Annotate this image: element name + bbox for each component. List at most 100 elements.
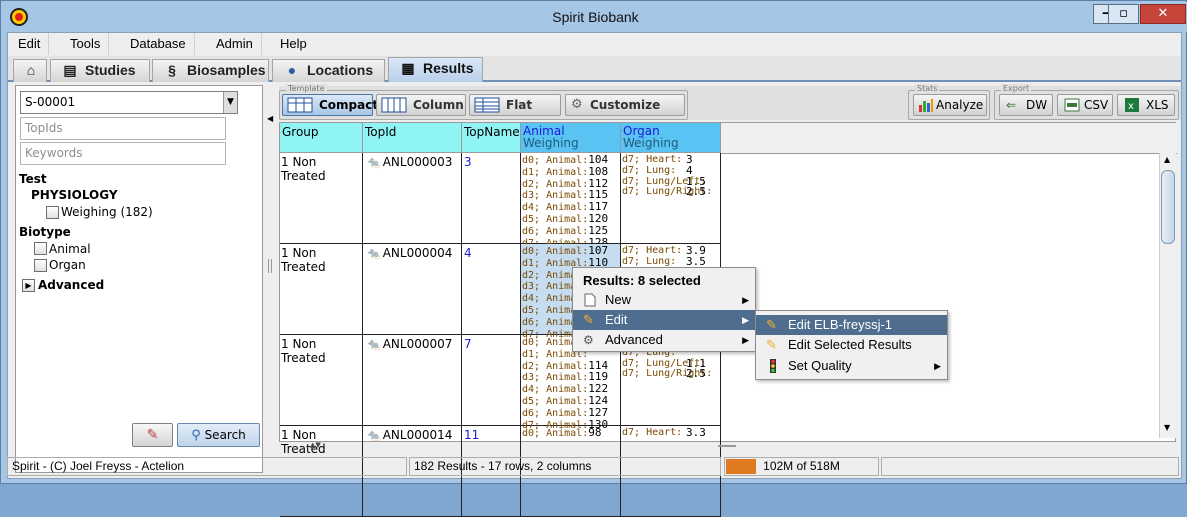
tab-home[interactable]: ⌂: [13, 59, 47, 82]
result-key: d4; Animal:: [522, 384, 589, 396]
header-topname[interactable]: TopName: [462, 123, 521, 153]
cell-animal-weighing[interactable]: d0; Animal:104 d1; Animal:108 d2; Animal:1…: [521, 153, 621, 248]
menu-item-edit[interactable]: ✎ Edit ▶: [573, 310, 755, 330]
cell-group[interactable]: 1 Non Treated: [280, 335, 363, 426]
cell-organ-weighing[interactable]: d7; Heart: 3 d7; Lung: 4 d7; Lung/Left: 1.5 d7…: [621, 153, 721, 244]
menu-tools[interactable]: Tools: [62, 33, 110, 55]
result-key: d7; Heart:: [622, 245, 683, 256]
pencil-icon: ✎: [766, 337, 777, 352]
result-value: 3.3: [686, 426, 706, 439]
menu-item-edit-elb[interactable]: ✎ Edit ELB-freyssj-1: [756, 315, 947, 335]
export-title: Export: [1001, 84, 1032, 93]
csv-button[interactable]: CSV: [1057, 94, 1113, 116]
column-button[interactable]: Column: [376, 94, 466, 116]
menu-item-advanced[interactable]: ⚙ Advanced ▶: [573, 330, 755, 350]
window-title: Spirit Biobank: [552, 9, 639, 25]
submenu-arrow-icon: ▶: [742, 315, 749, 325]
weighing-checkbox[interactable]: [46, 206, 59, 219]
menu-database[interactable]: Database: [122, 33, 195, 55]
topname-label: 3: [464, 155, 472, 169]
eraser-icon: ✎: [146, 427, 159, 443]
memory-label: 102M of 518M: [763, 459, 840, 473]
tab-results[interactable]: ▦ Results: [388, 57, 483, 82]
submenu-arrow-icon: ▶: [742, 295, 749, 305]
close-button[interactable]: ✕: [1140, 4, 1186, 24]
compact-button[interactable]: Compact: [282, 94, 378, 116]
topname-label: 7: [464, 337, 472, 351]
csv-label: CSV: [1084, 98, 1109, 112]
result-key: d5; Animal:: [522, 213, 589, 225]
header-group[interactable]: Group: [280, 123, 363, 153]
clear-button[interactable]: ✎: [132, 423, 173, 447]
topids-field[interactable]: TopIds: [20, 117, 226, 140]
menu-item-edit-selected[interactable]: ✎ Edit Selected Results: [756, 335, 947, 355]
animal-checkbox[interactable]: [34, 242, 47, 255]
menu-item-new[interactable]: New ▶: [573, 290, 755, 310]
organ-label: Organ: [49, 258, 86, 272]
menu-help[interactable]: Help: [272, 33, 315, 55]
flat-table-icon: [474, 97, 500, 113]
scroll-up-icon[interactable]: ▲: [1164, 155, 1170, 164]
weighing-label: Weighing (182): [61, 205, 153, 219]
scroll-down-icon[interactable]: ▼: [1164, 423, 1170, 432]
status-results: 182 Results - 17 rows, 2 columns: [409, 457, 721, 476]
xls-button[interactable]: x XLS: [1117, 94, 1175, 116]
expand-advanced-icon[interactable]: ▶: [22, 279, 35, 292]
chevron-down-icon[interactable]: ▼: [223, 92, 237, 113]
dw-button[interactable]: ⇐ DW: [999, 94, 1053, 116]
xls-label: XLS: [1146, 98, 1169, 112]
cell-topid[interactable]: 🐀 ANL000007: [363, 335, 462, 426]
header-organ-test: Weighing: [623, 136, 679, 150]
collapse-arrow-icon[interactable]: ◀: [267, 114, 273, 124]
customize-button[interactable]: ⚙ Customize: [565, 94, 685, 116]
header-animal-weighing[interactable]: Animal Weighing: [521, 123, 621, 153]
flat-label: Flat: [506, 98, 533, 112]
tab-locations[interactable]: ● Locations: [272, 59, 385, 82]
topid-label: ANL000007: [382, 337, 453, 351]
header-topid[interactable]: TopId: [363, 123, 462, 153]
result-key: d3; Animal:: [522, 190, 589, 202]
keywords-placeholder: Keywords: [25, 146, 83, 160]
cell-group[interactable]: 1 Non Treated: [280, 153, 363, 244]
result-key: d7; Heart:: [622, 154, 683, 165]
vertical-scrollbar[interactable]: ▲ ▼: [1159, 153, 1176, 438]
header-organ-weighing[interactable]: Organ Weighing: [621, 123, 721, 153]
maximize-button[interactable]: ▫: [1108, 4, 1139, 24]
keywords-field[interactable]: Keywords: [20, 142, 226, 165]
animal-icon: 🐀: [367, 156, 381, 169]
cell-topname[interactable]: 7: [462, 335, 521, 426]
horizontal-splitter[interactable]: [718, 445, 736, 447]
analyze-label: Analyze: [936, 98, 984, 112]
flat-button[interactable]: Flat: [469, 94, 561, 116]
cell-group[interactable]: 1 Non Treated: [280, 244, 363, 335]
menu-admin[interactable]: Admin: [208, 33, 262, 55]
tab-biosamples[interactable]: § Biosamples: [152, 59, 269, 82]
globe-icon: ●: [287, 62, 297, 78]
result-key: d6; Animal:: [522, 225, 589, 237]
search-label: Search: [204, 428, 246, 442]
cell-topname[interactable]: 4: [462, 244, 521, 335]
status-progress: [881, 457, 1179, 476]
scroll-thumb[interactable]: [1161, 170, 1175, 244]
result-line: d7; Lung/Right: 2.5: [622, 185, 719, 199]
search-button[interactable]: ⚲ Search: [177, 423, 260, 447]
topid-label: ANL000003: [382, 155, 453, 169]
analyze-button[interactable]: Analyze: [913, 94, 987, 116]
menu-item-set-quality[interactable]: Set Quality ▶: [756, 356, 947, 376]
animal-icon: 🐀: [367, 429, 381, 442]
biotype-heading: Biotype: [19, 225, 71, 239]
tab-studies[interactable]: ▤ Studies: [50, 59, 150, 82]
cell-topid[interactable]: 🐀 ANL000004: [363, 244, 462, 335]
result-value: 2.5: [686, 185, 706, 199]
organ-checkbox[interactable]: [34, 259, 47, 272]
context-menu: Results: 8 selected New ▶ ✎ Edit ▶ ⚙ Adv…: [572, 267, 756, 352]
splitter-handle[interactable]: [268, 259, 272, 273]
column-label: Column: [413, 98, 464, 112]
table-icon: ▦: [401, 60, 415, 76]
resize-arrows-icon[interactable]: ▲▼: [310, 441, 321, 449]
menu-edit[interactable]: Edit: [10, 33, 50, 55]
study-combo[interactable]: S-00001 ▼: [20, 91, 238, 114]
cell-topid[interactable]: 🐀 ANL000003: [363, 153, 462, 244]
cell-topname[interactable]: 3: [462, 153, 521, 244]
advanced-label[interactable]: Advanced: [38, 278, 104, 292]
